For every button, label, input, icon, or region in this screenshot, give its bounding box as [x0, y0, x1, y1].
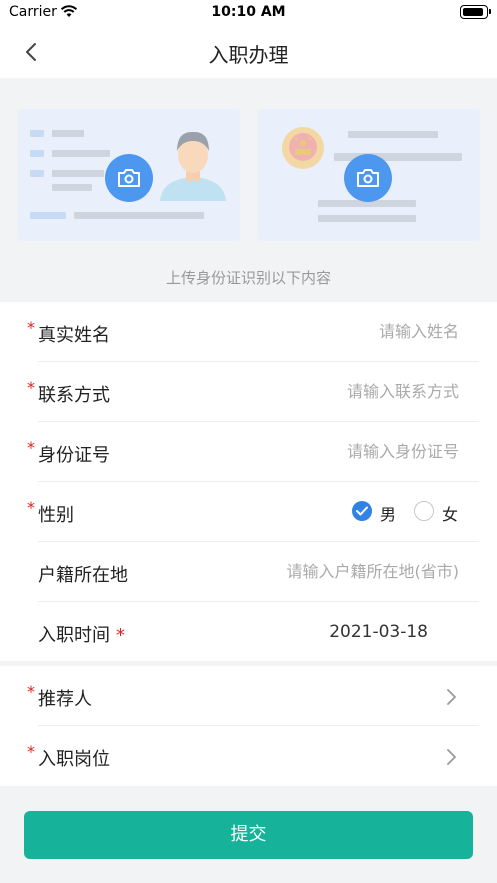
required-mark: * — [27, 438, 35, 457]
status-bar: Carrier 10:10 AM — [0, 0, 497, 26]
chevron-right-icon — [447, 689, 456, 705]
entry-date-label: 入职时间 * — [38, 625, 125, 646]
upload-front-camera-button[interactable] — [105, 154, 153, 202]
form-row-entry-date[interactable]: 入职时间 * 2021-03-18 — [0, 602, 497, 662]
upload-hint: 上传身份证识别以下内容 — [165, 269, 331, 287]
hukou-input[interactable] — [199, 562, 459, 581]
form-row-hukou: 户籍所在地 — [0, 542, 497, 602]
form-row-gender: * 性别 男 女 — [0, 482, 497, 542]
required-mark: * — [116, 625, 125, 646]
required-mark: * — [27, 498, 35, 517]
form-row-id-number: * 身份证号 — [0, 422, 497, 482]
radio-checked-icon — [352, 501, 372, 521]
referrer-label: 推荐人 — [38, 689, 92, 710]
form-row-name: * 真实姓名 — [0, 302, 497, 362]
id-upload-section: 上传身份证识别以下内容 — [0, 78, 497, 302]
gender-female-label: 女 — [442, 505, 459, 524]
id-card-front[interactable] — [18, 109, 240, 241]
id-card-back[interactable] — [258, 109, 480, 241]
position-label: 入职岗位 — [38, 749, 110, 770]
contact-input[interactable] — [199, 382, 459, 401]
camera-icon — [357, 169, 379, 187]
gender-male-label: 男 — [380, 505, 397, 524]
name-input[interactable] — [199, 322, 459, 341]
gender-label: 性别 — [38, 505, 74, 526]
contact-label: 联系方式 — [38, 385, 110, 406]
page-title: 入职办理 — [208, 43, 289, 67]
form-basic-info: * 真实姓名 * 联系方式 * 身份证号 * 性别 男 女 户籍所在地 — [0, 302, 497, 661]
form-row-position[interactable]: * 入职岗位 — [0, 726, 497, 786]
chevron-right-icon — [447, 749, 456, 765]
form-job-info: * 推荐人 * 入职岗位 — [0, 666, 497, 786]
name-label: 真实姓名 — [38, 325, 110, 346]
national-emblem-icon — [282, 127, 324, 169]
upload-back-camera-button[interactable] — [344, 154, 392, 202]
gender-option-female[interactable]: 女 — [414, 500, 462, 524]
nav-bar: 入职办理 — [0, 26, 497, 78]
clock: 10:10 AM — [211, 4, 286, 20]
id-number-input[interactable] — [199, 442, 459, 461]
gender-option-male[interactable]: 男 — [352, 500, 400, 524]
entry-date-value[interactable]: 2021-03-18 — [329, 622, 428, 642]
id-number-label: 身份证号 — [38, 445, 110, 466]
form-row-contact: * 联系方式 — [0, 362, 497, 422]
portrait-illustration — [160, 131, 226, 201]
required-mark: * — [27, 378, 35, 397]
required-mark: * — [27, 682, 35, 701]
submit-button[interactable]: 提交 — [24, 811, 473, 859]
hukou-label: 户籍所在地 — [38, 565, 128, 586]
required-mark: * — [27, 742, 35, 761]
camera-icon — [118, 169, 140, 187]
form-row-referrer[interactable]: * 推荐人 — [0, 666, 497, 726]
battery-icon — [460, 5, 491, 19]
required-mark: * — [27, 318, 35, 337]
radio-unchecked-icon — [414, 501, 434, 521]
